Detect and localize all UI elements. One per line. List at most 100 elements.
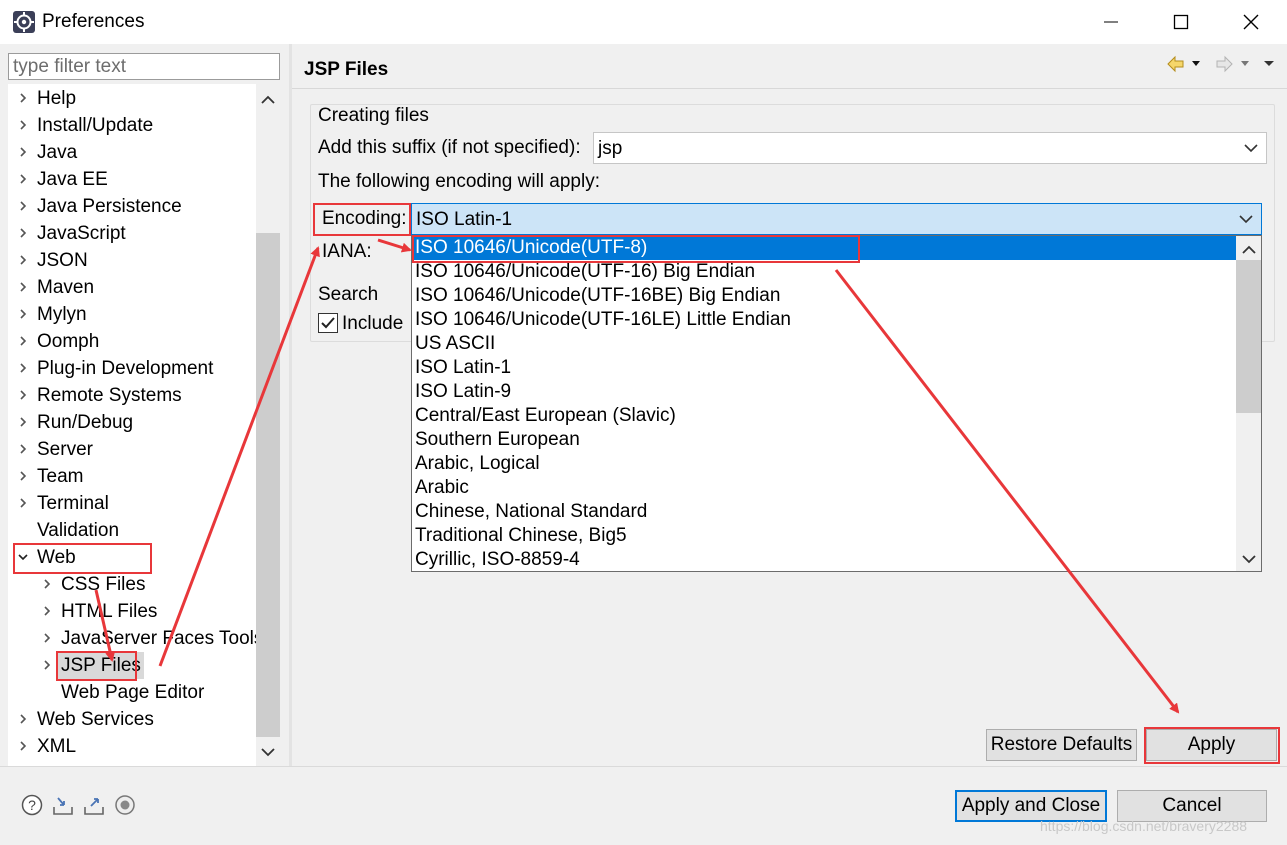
scroll-down-icon[interactable]	[1236, 547, 1261, 571]
encoding-option[interactable]: US ASCII	[412, 332, 1236, 356]
record-icon[interactable]	[114, 794, 136, 816]
scroll-up-icon[interactable]	[256, 88, 280, 112]
encoding-option[interactable]: Central/East European (Slavic)	[412, 404, 1236, 428]
tree-item[interactable]: Java EE	[8, 166, 256, 193]
encoding-option[interactable]: Cyrillic, ISO-8859-4	[412, 548, 1236, 571]
chevron-right-icon[interactable]	[42, 579, 52, 589]
encoding-option[interactable]: ISO 10646/Unicode(UTF-16BE) Big Endian	[412, 284, 1236, 308]
export-icon[interactable]	[83, 794, 105, 816]
forward-arrow-icon[interactable]	[1216, 55, 1233, 73]
help-icon[interactable]: ?	[21, 794, 43, 816]
encoding-option[interactable]: ISO Latin-9	[412, 380, 1236, 404]
include-checkbox[interactable]	[318, 313, 338, 333]
tree-item[interactable]: Install/Update	[8, 112, 256, 139]
chevron-right-icon[interactable]	[18, 255, 28, 265]
chevron-right-icon[interactable]	[18, 444, 28, 454]
back-arrow-icon[interactable]	[1167, 55, 1184, 73]
restore-defaults-button[interactable]: Restore Defaults	[986, 729, 1137, 761]
tree-item[interactable]: Team	[8, 463, 256, 490]
encoding-option[interactable]: Southern European	[412, 428, 1236, 452]
minimize-button[interactable]	[1076, 0, 1146, 44]
chevron-right-icon[interactable]	[18, 282, 28, 292]
tree-item[interactable]: Terminal	[8, 490, 256, 517]
tree-item-label: Server	[37, 439, 93, 460]
tree-item[interactable]: Help	[8, 85, 256, 112]
chevron-right-icon[interactable]	[18, 309, 28, 319]
chevron-right-icon[interactable]	[18, 741, 28, 751]
tree-item[interactable]: Validation	[8, 517, 256, 544]
chevron-right-icon[interactable]	[18, 120, 28, 130]
dropdown-scrollbar-thumb[interactable]	[1236, 260, 1261, 413]
tree-item[interactable]: Mylyn	[8, 301, 256, 328]
tree-item[interactable]: Web Services	[8, 706, 256, 733]
encoding-option[interactable]: ISO Latin-1	[412, 356, 1236, 380]
chevron-right-icon[interactable]	[18, 417, 28, 427]
chevron-right-icon[interactable]	[18, 390, 28, 400]
watermark-text: https://blog.csdn.net/bravery2288	[1040, 818, 1248, 834]
suffix-value: jsp	[598, 138, 623, 159]
tree-item[interactable]: XML	[8, 733, 256, 760]
tree-item[interactable]: JavaScript	[8, 220, 256, 247]
tree-item[interactable]: Java	[8, 139, 256, 166]
tree-item-label: Plug-in Development	[37, 358, 214, 379]
scroll-down-icon[interactable]	[256, 740, 280, 764]
close-button[interactable]	[1216, 0, 1286, 44]
panel-divider[interactable]	[289, 44, 292, 766]
maximize-icon	[1173, 14, 1189, 30]
chevron-right-icon[interactable]	[18, 174, 28, 184]
tree-item-label: XML	[37, 736, 77, 757]
tree-item-label: JavaServer Faces Tools	[61, 628, 256, 649]
chevron-right-icon[interactable]	[18, 336, 28, 346]
chevron-right-icon[interactable]	[42, 633, 52, 643]
chevron-right-icon[interactable]	[18, 363, 28, 373]
tree-item[interactable]: Remote Systems	[8, 382, 256, 409]
tree-item[interactable]: JSON	[8, 247, 256, 274]
include-label: Include	[342, 313, 404, 334]
tree-item[interactable]: Plug-in Development	[8, 355, 256, 382]
chevron-right-icon[interactable]	[18, 714, 28, 724]
import-icon[interactable]	[52, 794, 74, 816]
chevron-right-icon[interactable]	[18, 93, 28, 103]
tree-item-label: JSON	[37, 250, 88, 271]
chevron-right-icon[interactable]	[18, 201, 28, 211]
tree-item-label: Maven	[37, 277, 95, 298]
dropdown-icon[interactable]	[1241, 61, 1249, 66]
tree-item-label: Remote Systems	[37, 385, 182, 406]
chevron-right-icon[interactable]	[18, 498, 28, 508]
chevron-right-icon[interactable]	[42, 606, 52, 616]
tree-item[interactable]: Web Page Editor	[8, 679, 256, 706]
tree-item[interactable]: Java Persistence	[8, 193, 256, 220]
tree-item[interactable]: Oomph	[8, 328, 256, 355]
creating-files-label: Creating files	[318, 105, 429, 126]
tree-item[interactable]: CSS Files	[8, 571, 256, 598]
tree-item-label: Terminal	[37, 493, 109, 514]
encoding-option[interactable]: ISO 10646/Unicode(UTF-16LE) Little Endia…	[412, 308, 1236, 332]
chevron-right-icon[interactable]	[42, 660, 52, 670]
tree-item[interactable]: Run/Debug	[8, 409, 256, 436]
encoding-combo[interactable]: ISO Latin-1	[411, 203, 1262, 235]
encoding-option[interactable]: ISO 10646/Unicode(UTF-16) Big Endian	[412, 260, 1236, 284]
chevron-right-icon[interactable]	[18, 147, 28, 157]
svg-text:?: ?	[28, 797, 36, 813]
minimize-icon	[1104, 21, 1118, 23]
encoding-option[interactable]: Chinese, National Standard	[412, 500, 1236, 524]
tree-item[interactable]: Server	[8, 436, 256, 463]
view-menu-icon[interactable]	[1264, 61, 1274, 66]
encoding-option[interactable]: Arabic	[412, 476, 1236, 500]
suffix-label: Add this suffix (if not specified):	[318, 137, 581, 158]
chevron-right-icon[interactable]	[18, 471, 28, 481]
chevron-down-icon	[1239, 215, 1253, 224]
encoding-option[interactable]: Traditional Chinese, Big5	[412, 524, 1236, 548]
encoding-option[interactable]: Arabic, Logical	[412, 452, 1236, 476]
filter-input[interactable]	[8, 53, 280, 80]
maximize-button[interactable]	[1146, 0, 1216, 44]
dropdown-icon[interactable]	[1192, 61, 1200, 66]
tree-item[interactable]: JavaServer Faces Tools	[8, 625, 256, 652]
chevron-right-icon[interactable]	[18, 228, 28, 238]
suffix-combo[interactable]: jsp	[593, 132, 1267, 164]
annotation-box-utf8	[412, 235, 860, 263]
scroll-up-icon[interactable]	[1236, 238, 1261, 262]
tree-item[interactable]: HTML Files	[8, 598, 256, 625]
tree-scrollbar-thumb[interactable]	[256, 233, 280, 737]
tree-item[interactable]: Maven	[8, 274, 256, 301]
